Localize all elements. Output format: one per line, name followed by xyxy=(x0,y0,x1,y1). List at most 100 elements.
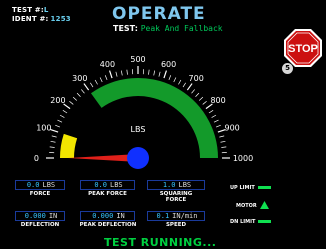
gauge-minor-tick xyxy=(209,110,213,113)
deflection-readout: 0.000IN xyxy=(15,211,65,221)
gauge-minor-tick xyxy=(174,77,176,82)
speed-unit: IN/min xyxy=(172,212,197,220)
gauge-unit-label: LBS xyxy=(131,125,146,134)
test-status: TEST RUNNING... xyxy=(104,236,216,249)
gauge-tick-label: 700 xyxy=(189,74,204,83)
force-caption: FORCE xyxy=(15,191,65,197)
gauge-minor-tick xyxy=(81,89,84,93)
gauge-minor-tick xyxy=(57,120,62,122)
gauge-minor-tick xyxy=(63,110,67,113)
up-limit-label: UP LIMIT xyxy=(230,185,255,191)
gauge-tick-label: 500 xyxy=(130,55,145,64)
gauge-minor-tick xyxy=(169,75,171,80)
gauge-tick-label: 400 xyxy=(100,60,115,69)
test-number-label: TEST #: xyxy=(12,6,44,14)
test-name-line: TEST: Peak And Fallback xyxy=(113,24,223,33)
peak-force-value: 0.0 xyxy=(94,181,107,189)
ident-number-label: IDENT #: xyxy=(12,15,49,23)
gauge-minor-tick xyxy=(149,70,150,75)
deflection-caption: DEFLECTION xyxy=(10,222,70,228)
speed-caption: SPEED xyxy=(147,222,205,228)
motor-label: MOTOR xyxy=(236,203,257,209)
stop-button[interactable]: STOP xyxy=(283,28,323,68)
gauge-major-tick xyxy=(164,71,166,79)
gauge-tick-label: 1000 xyxy=(233,154,253,163)
stop-sign-icon: STOP xyxy=(283,28,323,68)
gauge-minor-tick xyxy=(154,71,155,76)
gauge-major-tick xyxy=(51,130,59,132)
gauge-minor-tick xyxy=(50,147,55,148)
test-number-line: TEST #:L xyxy=(12,6,49,14)
gauge-minor-tick xyxy=(221,141,226,142)
gauge-minor-tick xyxy=(105,75,107,80)
gauge-tick-label: 900 xyxy=(225,123,240,132)
force-unit: LBS xyxy=(43,181,56,189)
dn-limit-label: DN LIMIT xyxy=(230,219,255,225)
page-title: OPERATE xyxy=(112,4,206,24)
gauge-tick-label: 300 xyxy=(72,74,87,83)
test-number-value: L xyxy=(44,6,49,14)
gauge-major-tick xyxy=(187,84,192,90)
gauge-minor-tick xyxy=(203,101,207,104)
gauge-minor-tick xyxy=(52,136,57,137)
gauge-minor-tick xyxy=(95,80,97,84)
gauge-minor-tick xyxy=(121,71,122,76)
squaring-force-caption: SQUARING FORCE xyxy=(152,191,200,203)
ident-number-line: IDENT #:1253 xyxy=(12,15,71,23)
gauge-minor-tick xyxy=(77,93,80,97)
peak-deflection-readout: 0.000IN xyxy=(80,211,135,221)
gauge-minor-tick xyxy=(212,115,216,117)
gauge-tick-label: 200 xyxy=(50,96,65,105)
ident-number-value: 1253 xyxy=(51,15,71,23)
gauge-minor-tick xyxy=(219,136,224,137)
gauge-minor-tick xyxy=(216,125,221,127)
peak-force-readout: 0.0LBS xyxy=(80,180,135,190)
dn-limit-indicator xyxy=(258,220,271,223)
gauge-minor-tick xyxy=(196,93,199,97)
gauge-tick-label: 100 xyxy=(36,123,51,132)
peak-force-caption: PEAK FORCE xyxy=(80,191,135,197)
force-readout: 0.0LBS xyxy=(15,180,65,190)
gauge-minor-tick xyxy=(73,97,77,100)
gauge-minor-tick xyxy=(116,72,117,77)
test-name-label: TEST: xyxy=(113,24,138,33)
gauge-tick-label: 0 xyxy=(34,154,39,163)
peak-deflection-caption: PEAK DEFLECTION xyxy=(72,222,144,228)
gauge-minor-tick xyxy=(100,77,102,82)
up-limit-indicator xyxy=(258,186,271,189)
peak-deflection-value: 0.000 xyxy=(92,212,113,220)
deflection-value: 0.000 xyxy=(25,212,46,220)
gauge-minor-tick xyxy=(69,101,73,104)
squaring-force-readout: 1.0LBS xyxy=(147,180,205,190)
gauge-yellow-band xyxy=(60,134,77,158)
stop-badge: 5 xyxy=(282,63,293,74)
gauge-major-tick xyxy=(110,71,112,79)
motor-up-arrow-icon xyxy=(260,201,269,209)
gauge-minor-tick xyxy=(214,120,219,122)
stop-button-label: STOP xyxy=(288,43,318,55)
gauge-minor-tick xyxy=(199,97,203,100)
peak-force-unit: LBS xyxy=(110,181,123,189)
gauge-major-tick xyxy=(84,84,89,90)
peak-deflection-unit: IN xyxy=(116,212,124,220)
gauge-tick-label: 800 xyxy=(210,96,225,105)
deflection-unit: IN xyxy=(49,212,57,220)
gauge-minor-tick xyxy=(55,125,60,127)
gauge-minor-tick xyxy=(221,147,226,148)
gauge-minor-tick xyxy=(183,83,186,87)
gauge-minor-tick xyxy=(192,89,195,93)
gauge-needle xyxy=(68,147,149,169)
gauge-minor-tick xyxy=(60,115,64,117)
force-value: 0.0 xyxy=(27,181,40,189)
gauge-minor-tick xyxy=(51,141,56,142)
speed-value: 0.1 xyxy=(157,212,170,220)
test-name-value: Peak And Fallback xyxy=(141,24,223,33)
gauge-tick-label: 600 xyxy=(161,60,176,69)
speed-readout: 0.1IN/min xyxy=(147,211,205,221)
gauge-green-band xyxy=(91,78,218,158)
force-gauge: 0 100 200 300 400 500 600 700 800 900 1000 LBS xyxy=(0,40,270,175)
gauge-minor-tick xyxy=(90,83,93,87)
gauge-minor-tick xyxy=(178,80,180,84)
gauge-minor-tick xyxy=(127,70,128,75)
squaring-force-value: 1.0 xyxy=(163,181,176,189)
